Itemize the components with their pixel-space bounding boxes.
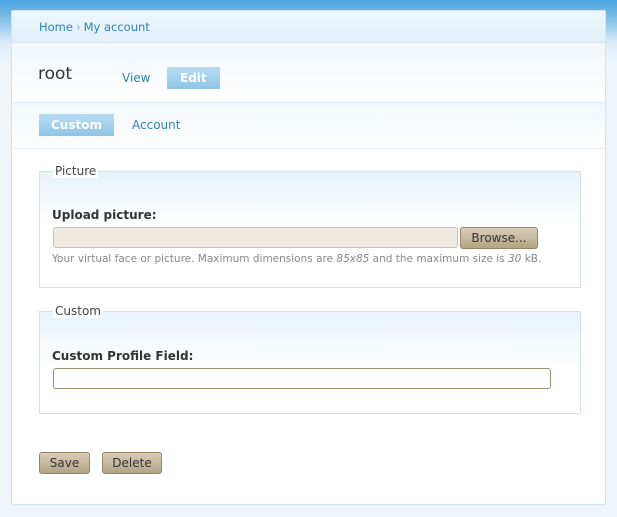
custom-profile-field-label: Custom Profile Field: bbox=[52, 349, 194, 363]
page-header: root View Edit bbox=[12, 43, 605, 103]
help-text-dimensions: 85x85 bbox=[336, 253, 370, 265]
upload-picture-help-text: Your virtual face or picture. Maximum di… bbox=[52, 253, 541, 265]
secondary-tabs: Custom Account bbox=[12, 103, 605, 149]
custom-profile-field-input[interactable] bbox=[53, 368, 551, 389]
upload-picture-file-input[interactable] bbox=[53, 227, 458, 248]
help-text-suffix: kB. bbox=[521, 253, 542, 265]
tab-edit[interactable]: Edit bbox=[167, 67, 220, 89]
picture-fieldset-legend: Picture bbox=[53, 164, 99, 178]
breadcrumb-my-account-link[interactable]: My account bbox=[84, 20, 150, 34]
page-title: root bbox=[38, 64, 73, 84]
help-text-middle: and the maximum size is bbox=[369, 253, 508, 265]
delete-button[interactable]: Delete bbox=[102, 452, 162, 474]
browse-button[interactable]: Browse... bbox=[460, 227, 538, 249]
tab-view[interactable]: View bbox=[109, 67, 163, 89]
subtab-account[interactable]: Account bbox=[119, 114, 193, 136]
help-text-size: 30 bbox=[508, 253, 522, 265]
save-button[interactable]: Save bbox=[39, 452, 90, 474]
breadcrumb-home-link[interactable]: Home bbox=[39, 20, 73, 34]
help-text-prefix: Your virtual face or picture. Maximum di… bbox=[52, 253, 337, 265]
subtab-custom[interactable]: Custom bbox=[39, 114, 114, 136]
custom-fieldset: Custom Custom Profile Field: bbox=[39, 304, 581, 414]
picture-fieldset: Picture Upload picture: Browse... Your v… bbox=[39, 164, 581, 288]
upload-picture-label: Upload picture: bbox=[52, 208, 157, 222]
breadcrumb: Home › My account bbox=[12, 11, 605, 43]
page-container: Home › My account root View Edit Custom Ac… bbox=[11, 10, 606, 505]
breadcrumb-separator: › bbox=[75, 20, 81, 34]
custom-fieldset-legend: Custom bbox=[53, 304, 103, 318]
